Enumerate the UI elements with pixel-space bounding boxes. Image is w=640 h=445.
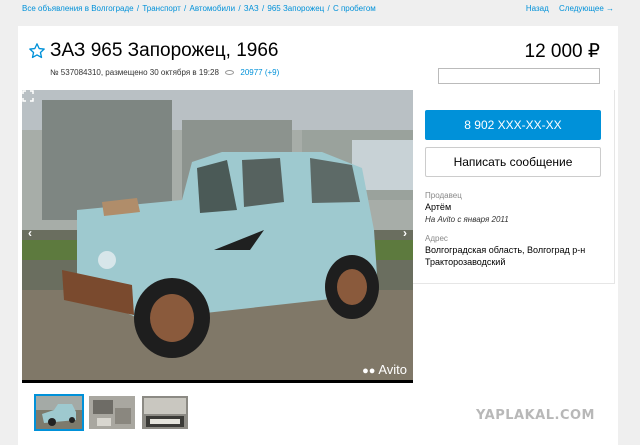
eye-icon: [225, 70, 235, 76]
breadcrumb-transport[interactable]: Транспорт: [142, 4, 180, 13]
listing-price: 12 000 ₽: [524, 41, 600, 62]
seller-since: На Avito с января 2011: [425, 215, 509, 224]
listing-nav: Назад Следующее →: [518, 4, 614, 13]
next-photo-arrow[interactable]: ›: [403, 226, 407, 240]
seller-name[interactable]: Артём: [425, 202, 451, 212]
price-history-image: [438, 68, 600, 84]
photo-watermark-text: Avito: [378, 362, 407, 377]
write-message-button[interactable]: Написать сообщение: [425, 147, 601, 177]
breadcrumb-separator: /: [184, 4, 187, 13]
favorite-star-icon[interactable]: [28, 42, 46, 60]
breadcrumb-separator: /: [136, 4, 140, 13]
thumbnail-1[interactable]: [34, 394, 84, 431]
listing-number-date: № 537084310, размещено 30 октября в 19:2…: [50, 68, 219, 77]
seller-label: Продавец: [425, 191, 462, 200]
listing-meta: № 537084310, размещено 30 октября в 19:2…: [50, 68, 279, 77]
breadcrumb-zaz[interactable]: ЗАЗ: [244, 4, 259, 13]
show-phone-button[interactable]: 8 902 XXX-XX-XX: [425, 110, 601, 140]
back-link[interactable]: Назад: [526, 4, 549, 13]
breadcrumb: Все объявления в Волгограде / Транспорт …: [22, 4, 376, 13]
photo-watermark: ●● Avito: [362, 362, 407, 377]
view-count[interactable]: 20977 (+9): [240, 68, 279, 77]
avito-logo-icon: ●●: [362, 365, 376, 377]
breadcrumb-separator: /: [238, 4, 241, 13]
breadcrumb-separator: /: [327, 4, 330, 13]
listing-title: ЗАЗ 965 Запорожец, 1966: [50, 40, 279, 61]
site-watermark: YAPLAKAL.COM: [476, 408, 595, 423]
breadcrumb-used[interactable]: С пробегом: [333, 4, 376, 13]
breadcrumb-model[interactable]: 965 Запорожец: [267, 4, 324, 13]
address-line-1: Волгоградская область, Волгоград р-н: [425, 245, 586, 255]
breadcrumb-separator: /: [261, 4, 265, 13]
next-link[interactable]: Следующее →: [559, 4, 614, 13]
address-line-2: Тракторозаводский: [425, 257, 506, 267]
thumbnail-3[interactable]: [142, 396, 188, 429]
listing-card: ЗАЗ 965 Запорожец, 1966 № 537084310, раз…: [18, 26, 618, 445]
fullscreen-icon[interactable]: [22, 90, 34, 102]
thumbnail-2[interactable]: [89, 396, 135, 429]
address-label: Адрес: [425, 234, 448, 243]
breadcrumb-cars[interactable]: Автомобили: [190, 4, 236, 13]
main-photo[interactable]: ‹ › ●● Avito: [22, 90, 413, 383]
top-bar: Все объявления в Волгограде / Транспорт …: [0, 0, 640, 20]
previous-photo-arrow[interactable]: ‹: [28, 226, 32, 240]
breadcrumb-all-listings[interactable]: Все объявления в Волгограде: [22, 4, 134, 13]
car-photo-image: [22, 90, 413, 383]
